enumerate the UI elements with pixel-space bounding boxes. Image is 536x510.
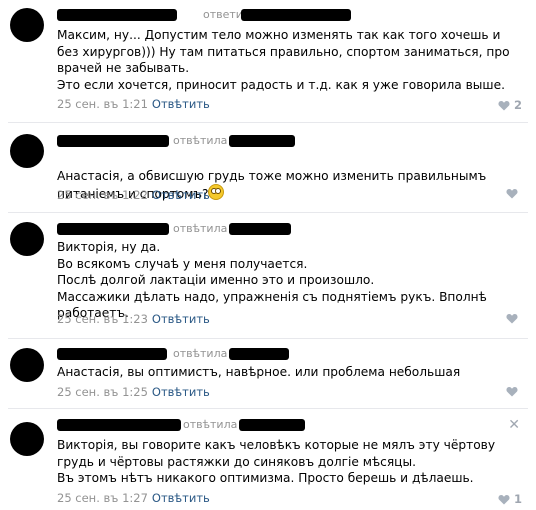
recipient-name-redacted[interactable] <box>239 419 305 431</box>
avatar[interactable] <box>10 348 44 382</box>
comment-text: Анастасія, вы оптимистъ, навѣрное. или п… <box>57 365 461 379</box>
comment-date[interactable]: 25 сен. въ 1:25 <box>57 385 148 399</box>
reply-button[interactable]: Отвѣтить <box>152 385 210 399</box>
author-name-redacted[interactable] <box>57 135 169 147</box>
like-count: 2 <box>513 98 522 112</box>
comment: ответила Максим, ну... Допустим тело мож… <box>0 0 536 122</box>
replied-label: отвѣтила <box>173 222 228 235</box>
heart-icon <box>506 189 518 199</box>
comment: отвѣтила ✕ Викторія, вы говорите какъ че… <box>0 408 536 510</box>
comment-date[interactable]: 25 сен. въ 1:23 <box>57 312 148 326</box>
like-count: 1 <box>513 492 522 506</box>
author-name-redacted[interactable] <box>57 9 177 21</box>
reply-button[interactable]: Отвѣтить <box>152 312 210 326</box>
comment-footer: 25 сен. въ 1:25 Отвѣтить <box>57 385 210 399</box>
comment-date[interactable]: 25 сен. въ 1:21 <box>57 97 148 111</box>
author-name-redacted[interactable] <box>57 348 167 360</box>
recipient-name-redacted[interactable] <box>229 223 291 235</box>
comment-footer: 25 сен. въ 1:27 Отвѣтить <box>57 491 210 505</box>
heart-icon <box>498 100 510 110</box>
like-button[interactable]: 2 <box>498 98 522 112</box>
like-button[interactable] <box>506 313 522 324</box>
replied-label: отвѣтила <box>183 418 238 431</box>
recipient-name-redacted[interactable] <box>229 348 289 360</box>
avatar[interactable] <box>10 222 44 256</box>
recipient-name-redacted[interactable] <box>241 9 351 21</box>
flushed-face-emoji-icon <box>208 184 225 200</box>
comment-text: Викторія, ну да. Во всякомъ случаѣ у мен… <box>57 240 487 320</box>
comment: отвѣтила Анастасія, а обвисшую грудь тож… <box>0 122 536 212</box>
comment-text: Максим, ну... Допустим тело можно изменя… <box>57 28 510 92</box>
comment-text: Викторія, вы говорите какъ человѣкъ кото… <box>57 438 496 485</box>
comment-date[interactable]: 25 сен. въ 1:27 <box>57 491 148 505</box>
like-button[interactable] <box>506 188 522 199</box>
heart-icon <box>506 387 518 397</box>
comment-footer: 25 сен. въ 1:22 Отвѣтить <box>57 188 210 202</box>
close-icon[interactable]: ✕ <box>508 417 520 433</box>
author-name-redacted[interactable] <box>57 223 169 235</box>
like-button[interactable] <box>506 386 522 397</box>
comment: отвѣтила Викторія, ну да. Во всякомъ слу… <box>0 212 536 338</box>
comment: отвѣтила Анастасія, вы оптимистъ, навѣрн… <box>0 338 536 408</box>
reply-button[interactable]: Отвѣтить <box>152 491 210 505</box>
comment-footer: 25 сен. въ 1:23 Отвѣтить <box>57 312 210 326</box>
replied-label: отвѣтила <box>173 347 228 360</box>
avatar[interactable] <box>10 422 44 456</box>
reply-button[interactable]: Отвѣтить <box>152 97 210 111</box>
replied-label: отвѣтила <box>173 134 228 147</box>
comment-date[interactable]: 25 сен. въ 1:22 <box>57 188 148 202</box>
reply-button[interactable]: Отвѣтить <box>152 188 210 202</box>
avatar[interactable] <box>10 134 44 168</box>
recipient-name-redacted[interactable] <box>229 135 295 147</box>
comment-footer: 25 сен. въ 1:21 Отвѣтить <box>57 97 210 111</box>
avatar[interactable] <box>10 8 44 42</box>
like-button[interactable]: 1 <box>498 492 522 506</box>
heart-icon <box>506 314 518 324</box>
author-name-redacted[interactable] <box>57 419 181 431</box>
heart-icon <box>498 494 510 504</box>
